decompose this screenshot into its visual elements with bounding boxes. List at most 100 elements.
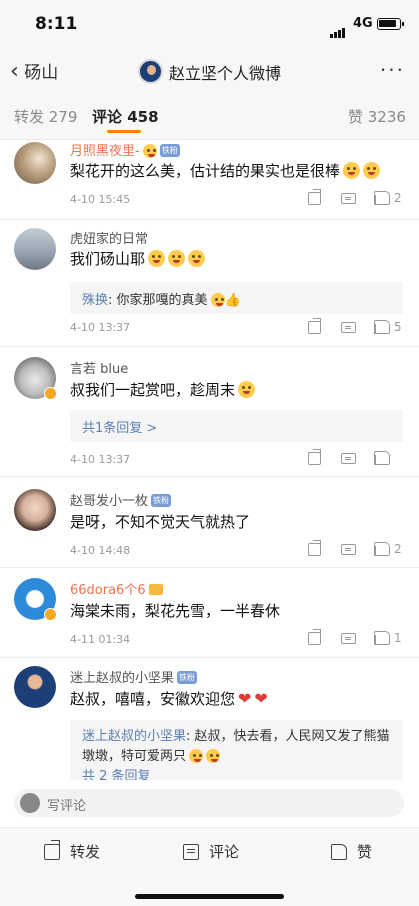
comment-actions: 1 bbox=[308, 628, 402, 645]
clock: 8:11 bbox=[35, 14, 78, 34]
battery-icon bbox=[377, 18, 404, 30]
comment-author[interactable]: 虎妞家的日常 bbox=[70, 228, 148, 247]
chevron-left-icon: ‹ bbox=[10, 59, 19, 84]
comment-author[interactable]: 月照黑夜里- 铁粉 bbox=[70, 140, 180, 159]
comment-body: 梨花开的这么美，估计结的果实也是很棒 bbox=[70, 162, 341, 180]
more-icon[interactable]: ··· bbox=[380, 58, 405, 82]
comment-icon bbox=[183, 843, 199, 860]
emoji-icon bbox=[206, 749, 221, 763]
share-icon[interactable] bbox=[308, 539, 321, 556]
avatar[interactable] bbox=[14, 489, 56, 531]
like-count: 2 bbox=[394, 542, 402, 556]
like-icon[interactable] bbox=[374, 631, 390, 645]
comment-icon[interactable] bbox=[341, 192, 356, 204]
reply-author[interactable]: 迷上赵叔的小坚果 bbox=[82, 729, 186, 744]
emoji-icon bbox=[168, 250, 186, 267]
comment-icon[interactable] bbox=[341, 321, 356, 333]
back-label: 砀山 bbox=[24, 63, 59, 83]
like-icon bbox=[331, 843, 347, 860]
comment-author[interactable]: 66dora6个6 bbox=[70, 579, 163, 598]
author-name: 66dora6个6 bbox=[70, 583, 146, 598]
share-button[interactable]: 转发 bbox=[44, 839, 101, 862]
comment-author[interactable]: 赵哥发小一枚 铁粉 bbox=[70, 490, 172, 509]
emoji-icon bbox=[189, 749, 204, 763]
thumbs-up-icon: 👍 bbox=[224, 293, 241, 308]
comment-icon[interactable] bbox=[341, 632, 356, 644]
page-title: 赵立坚个人微博 bbox=[138, 59, 281, 84]
comment-date: 4-10 13:37 bbox=[70, 321, 131, 334]
author-name: 月照黑夜里- bbox=[70, 144, 140, 159]
comment-item: 言若 blue 叔我们一起赏吧，趁周末 共1条回复 > 4-10 13:37 bbox=[0, 347, 419, 477]
like-icon[interactable] bbox=[374, 451, 390, 465]
comment-date: 4-11 01:34 bbox=[70, 633, 131, 646]
like-button[interactable]: 赞 bbox=[331, 841, 372, 862]
comment-placeholder: 写评论 bbox=[47, 799, 87, 814]
comment-author[interactable]: 言若 blue bbox=[70, 358, 128, 377]
share-icon[interactable] bbox=[308, 188, 321, 205]
comment-actions bbox=[308, 448, 394, 465]
share-icon bbox=[44, 839, 60, 860]
view-replies-link[interactable]: 共 2 条回复 bbox=[82, 767, 391, 780]
comment-icon[interactable] bbox=[341, 452, 356, 464]
comment-text: 梨花开的这么美，估计结的果实也是很棒 bbox=[70, 160, 381, 181]
comment-date: 4-10 13:37 bbox=[70, 453, 131, 466]
avatar bbox=[138, 59, 163, 84]
comment-button[interactable]: 评论 bbox=[183, 841, 239, 862]
comment-composer: 写评论 bbox=[0, 780, 419, 827]
avatar[interactable] bbox=[14, 142, 56, 184]
heart-icon: ❤ bbox=[254, 689, 268, 708]
share-icon[interactable] bbox=[308, 448, 321, 465]
network-type: 4G bbox=[353, 16, 373, 31]
like-count: 2 bbox=[394, 191, 402, 205]
like-icon[interactable] bbox=[374, 191, 390, 205]
bottom-action-bar: 转发 评论 赞 bbox=[0, 827, 419, 906]
comment-item: 虎妞家的日常 我们砀山耶 殊换: 你家那嘎的真美 👍 4-10 13:37 5 bbox=[0, 220, 419, 347]
share-label: 转发 bbox=[70, 843, 101, 861]
avatar[interactable] bbox=[14, 228, 56, 270]
home-indicator[interactable] bbox=[135, 894, 284, 899]
comment-item: 月照黑夜里- 铁粉 梨花开的这么美，估计结的果实也是很棒 4-10 15:45 2 bbox=[0, 140, 419, 220]
status-bar: 8:11 4G bbox=[0, 0, 419, 48]
fan-badge: 铁粉 bbox=[151, 494, 172, 507]
comment-label: 评论 bbox=[209, 843, 240, 861]
verified-badge-icon bbox=[44, 387, 57, 400]
emoji-icon bbox=[343, 162, 361, 179]
author-name: 赵哥发小一枚 bbox=[70, 494, 149, 509]
reply-preview[interactable]: 迷上赵叔的小坚果: 赵叔，快去看，人民网又发了熊猫墩墩，特可爱两只 共 2 条回… bbox=[70, 720, 403, 780]
emoji-icon bbox=[142, 144, 157, 158]
verified-badge-icon bbox=[44, 608, 57, 621]
comment-item: 迷上赵叔的小坚果 铁粉 赵叔，嘻嘻，安徽欢迎您 ❤ ❤ 迷上赵叔的小坚果: 赵叔，快去… bbox=[0, 658, 419, 780]
comment-date: 4-10 14:48 bbox=[70, 544, 131, 557]
comment-author[interactable]: 迷上赵叔的小坚果 铁粉 bbox=[70, 667, 198, 686]
tab-comments[interactable]: 评论 458 bbox=[92, 106, 159, 127]
comment-icon[interactable] bbox=[341, 543, 356, 555]
like-icon[interactable] bbox=[374, 320, 390, 334]
tab-likes[interactable]: 赞 3236 bbox=[348, 106, 406, 127]
comment-text: 我们砀山耶 bbox=[70, 248, 206, 269]
view-replies-link[interactable]: 共1条回复 > bbox=[82, 421, 157, 436]
like-count: 5 bbox=[394, 320, 402, 334]
signal-icon bbox=[330, 19, 346, 38]
comment-body: 叔我们一起赏吧，趁周末 bbox=[70, 381, 236, 399]
like-icon[interactable] bbox=[374, 542, 390, 556]
active-tab-indicator bbox=[107, 130, 141, 133]
reply-author[interactable]: 殊换 bbox=[82, 293, 108, 308]
reply-preview[interactable]: 共1条回复 > bbox=[70, 410, 403, 442]
fan-badge: 铁粉 bbox=[177, 671, 198, 684]
emoji-icon bbox=[363, 162, 381, 179]
title-text: 赵立坚个人微博 bbox=[169, 63, 282, 83]
comment-item: 66dora6个6 海棠未雨，梨花先雪，一半春休 4-11 01:34 1 bbox=[0, 568, 419, 658]
share-icon[interactable] bbox=[308, 628, 321, 645]
back-button[interactable]: ‹ 砀山 bbox=[10, 58, 58, 84]
comment-input[interactable]: 写评论 bbox=[14, 789, 404, 817]
like-count: 1 bbox=[394, 631, 402, 645]
reply-preview[interactable]: 殊换: 你家那嘎的真美 👍 bbox=[70, 282, 403, 314]
share-icon[interactable] bbox=[308, 317, 321, 334]
comment-actions: 5 bbox=[308, 317, 402, 334]
comment-body: 赵叔，嘻嘻，安徽欢迎您 bbox=[70, 690, 236, 708]
avatar[interactable] bbox=[14, 666, 56, 708]
tab-reposts[interactable]: 转发 279 bbox=[14, 106, 77, 127]
reply-text: : 你家那嘎的真美 bbox=[108, 293, 208, 308]
fan-badge: 铁粉 bbox=[159, 144, 180, 157]
author-name: 迷上赵叔的小坚果 bbox=[70, 671, 175, 686]
